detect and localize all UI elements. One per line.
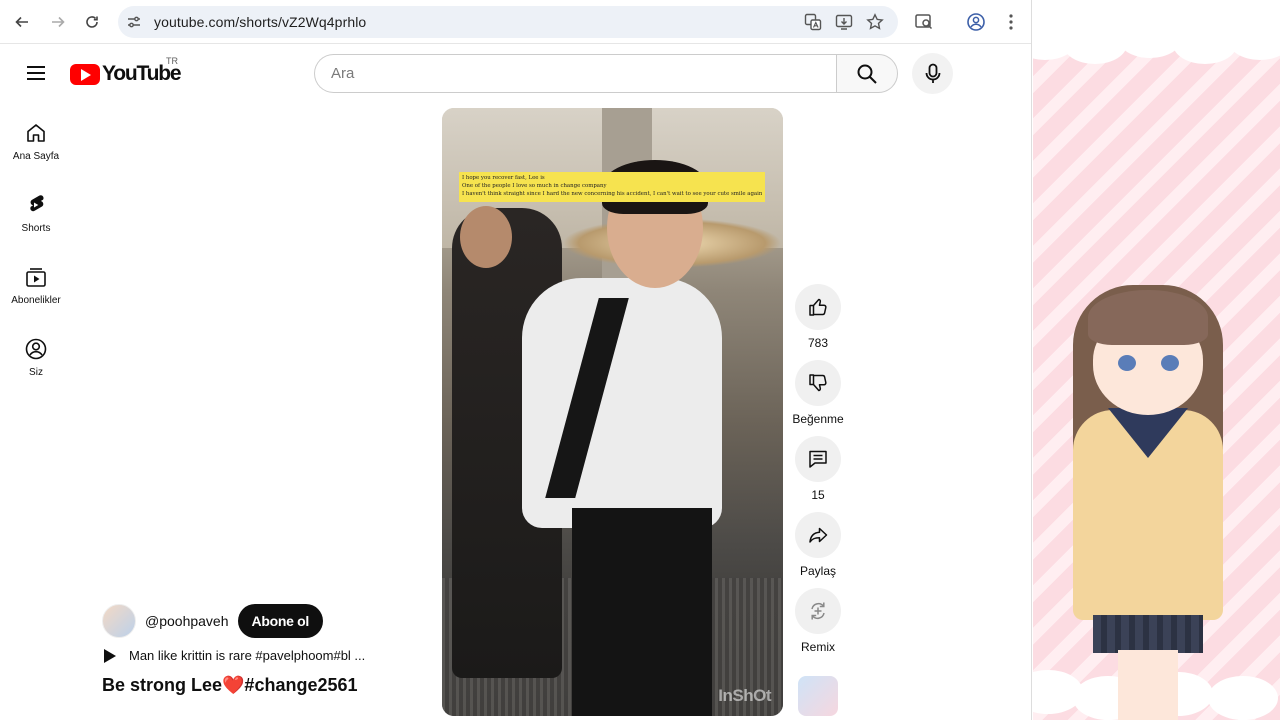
install-app-icon[interactable] <box>835 13 853 31</box>
search-placeholder: Ara <box>331 65 355 82</box>
url-text[interactable]: youtube.com/shorts/vZ2Wq4prhlo <box>154 14 366 30</box>
sidebar-item-home[interactable]: Ana Sayfa <box>0 108 72 172</box>
sidebar-item-label: Abonelikler <box>11 295 61 306</box>
comment-icon <box>809 450 827 468</box>
cloud-decoration <box>1033 0 1280 40</box>
sidebar-item-label: Shorts <box>21 223 51 234</box>
like-button[interactable]: 783 <box>794 284 842 350</box>
remix-label: Remix <box>800 640 835 654</box>
video-caption-overlay: I hope you recover fast, Lee is One of t… <box>459 172 765 202</box>
translate-icon[interactable] <box>804 13 822 31</box>
tab-search-icon[interactable] <box>914 12 934 32</box>
remix-button[interactable]: Remix <box>794 588 842 654</box>
back-icon[interactable] <box>9 9 35 35</box>
youtube-logo[interactable]: YouTube TR <box>70 56 182 86</box>
channel-handle[interactable]: @poohpaveh <box>145 613 229 629</box>
bookmark-star-icon[interactable] <box>866 13 884 31</box>
sidebar-item-subscriptions[interactable]: Abonelikler <box>0 252 72 316</box>
comments-button[interactable]: 15 <box>794 436 842 502</box>
search-button[interactable] <box>836 54 898 93</box>
profile-icon[interactable] <box>966 12 986 32</box>
forward-icon[interactable] <box>45 9 71 35</box>
caption-line: One of the people I love so much in chan… <box>462 183 607 189</box>
dislike-label: Beğenme <box>792 412 844 426</box>
region-code: TR <box>166 56 178 66</box>
share-arrow-icon <box>809 527 828 543</box>
address-bar[interactable]: youtube.com/shorts/vZ2Wq4prhlo <box>118 6 898 38</box>
search-input[interactable]: Ara <box>314 54 836 93</box>
cloud-decoration <box>1208 676 1278 720</box>
search-icon <box>857 64 877 84</box>
audio-thumbnail[interactable] <box>798 676 838 716</box>
share-button[interactable]: Paylaş <box>794 512 842 578</box>
channel-info: @poohpaveh Abone ol <box>102 604 323 638</box>
site-settings-icon[interactable] <box>126 14 142 30</box>
video-person <box>460 206 512 268</box>
like-count: 783 <box>807 336 829 350</box>
vtuber-avatar <box>1093 615 1203 653</box>
sidebar-item-label: Ana Sayfa <box>12 151 60 162</box>
hamburger-menu-icon[interactable] <box>22 61 50 85</box>
share-label: Paylaş <box>799 564 837 578</box>
audio-track-text: Man like krittin is rare #pavelphoom#bl … <box>129 648 366 663</box>
video-person <box>572 508 712 716</box>
sidebar-item-shorts[interactable]: Shorts <box>0 180 72 244</box>
subscriptions-icon <box>26 268 46 287</box>
browser-toolbar: youtube.com/shorts/vZ2Wq4prhlo <box>0 0 1031 44</box>
youtube-play-logo-icon <box>70 63 100 85</box>
audio-track[interactable]: Man like krittin is rare #pavelphoom#bl … <box>104 648 365 663</box>
caption-line: I haven't think straight since I hard th… <box>462 191 762 197</box>
reload-icon[interactable] <box>79 9 105 35</box>
shorts-icon <box>30 195 44 212</box>
account-icon <box>25 338 47 360</box>
play-icon <box>104 648 116 663</box>
vtuber-avatar <box>1118 650 1178 720</box>
subscribe-button[interactable]: Abone ol <box>237 604 323 638</box>
dislike-button[interactable]: Beğenme <box>792 360 844 426</box>
microphone-icon <box>925 63 940 83</box>
browser-window: youtube.com/shorts/vZ2Wq4prhlo YouTube T… <box>0 0 1032 720</box>
vtuber-avatar <box>1118 355 1136 371</box>
browser-menu-icon[interactable] <box>1001 12 1021 32</box>
youtube-header: YouTube TR Ara <box>0 44 1031 102</box>
caption-line: I hope you recover fast, Lee is <box>462 175 545 181</box>
thumbs-up-icon <box>809 298 827 316</box>
vtuber-avatar <box>1088 290 1208 345</box>
voice-search-button[interactable] <box>912 53 953 94</box>
home-icon <box>27 124 45 142</box>
avatar[interactable] <box>102 604 136 638</box>
remix-icon <box>811 602 825 620</box>
comment-count: 15 <box>811 488 825 502</box>
sidebar-item-label: Siz <box>29 367 43 378</box>
thumbs-down-icon <box>809 374 827 392</box>
sidebar-item-you[interactable]: Siz <box>0 324 72 388</box>
video-watermark: InShOt <box>718 686 771 705</box>
vtuber-avatar <box>1161 355 1179 371</box>
short-video-player[interactable]: I hope you recover fast, Lee is One of t… <box>442 108 783 716</box>
short-title[interactable]: Be strong Lee❤️#change2561 <box>102 675 358 696</box>
vtuber-overlay <box>1033 0 1280 720</box>
